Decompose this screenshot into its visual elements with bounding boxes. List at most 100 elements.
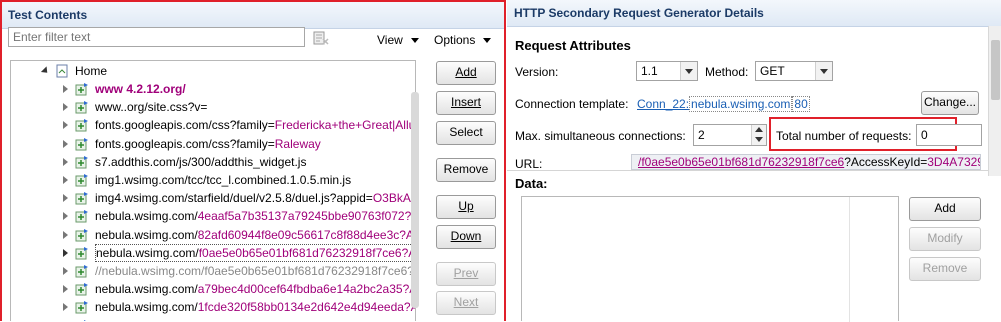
tree-item-rest: 1fcde320f58bb0134e2d642e4d94eeda?Ac — [197, 300, 416, 315]
expand-arrow-icon[interactable] — [63, 194, 68, 203]
tree-item[interactable]: nebula.wsimg.com/82afd60944f8e09c56617c8… — [11, 226, 415, 244]
tree-item[interactable]: img4.wsimg.com/starfield/duel/v2.5.8/due… — [11, 189, 411, 207]
tree-item-label: nebula.wsimg.com/a79bec4d00cef64fbdba6e1… — [95, 280, 416, 298]
expand-arrow-icon[interactable] — [63, 267, 68, 275]
tree-item-label: fonts.googleapis.com/css?family=Frederic… — [95, 116, 415, 134]
next-button[interactable]: Next — [436, 291, 496, 315]
details-scrollbar[interactable] — [988, 26, 1001, 176]
down-button-label: Down — [450, 229, 482, 243]
page-icon — [56, 64, 68, 78]
tree-item[interactable]: fonts.gstatic.com/s/raleway/v11/0dTEPzkL… — [11, 317, 415, 321]
tree-item-prefix: www — [95, 82, 127, 96]
expand-arrow-icon[interactable] — [63, 285, 68, 294]
max-connections-spinner[interactable]: 2 — [693, 124, 767, 146]
remove-button-label: Remove — [443, 162, 489, 176]
tree-item-prefix: img1.wsimg.com/tcc/tcc_l.combined.1.0.5.… — [95, 173, 352, 187]
tree-item-rest: a79bec4d00cef64fbdba6e14a2bc2a35?Ac — [197, 282, 416, 297]
data-modify-button[interactable]: Modify — [909, 227, 981, 251]
expand-arrow-icon[interactable] — [63, 103, 68, 112]
add-button[interactable]: Add — [436, 61, 496, 85]
expand-arrow-icon[interactable] — [63, 230, 68, 239]
expand-arrow-icon[interactable] — [63, 85, 68, 93]
connection-template-value[interactable]: Conn_22: nebula.wsimg.com 80 — [637, 96, 810, 112]
spinner-arrows-icon[interactable] — [751, 125, 766, 145]
chevron-down-icon[interactable] — [680, 62, 697, 80]
url-label: URL: — [515, 157, 543, 171]
data-remove-button[interactable]: Remove — [909, 257, 981, 281]
tree-item-prefix: nebula.wsimg.com/ — [96, 245, 199, 260]
data-add-button-label: Add — [934, 201, 956, 215]
expand-arrow-icon[interactable] — [40, 66, 51, 76]
url-field[interactable]: /f0ae5e0b65e01bf681d76232918f7ce6?Access… — [631, 154, 981, 170]
tree-item-label: img4.wsimg.com/starfield/duel/v2.5.8/due… — [95, 189, 411, 207]
http-request-icon — [75, 192, 88, 205]
filter-input[interactable] — [8, 27, 305, 47]
tree-item-prefix: img4.wsimg.com/starfield/duel/v2.5.8/due… — [95, 191, 373, 206]
down-button[interactable]: Down — [436, 225, 496, 249]
tree-root-home[interactable]: Home — [11, 62, 411, 80]
tree-item[interactable]: fonts.googleapis.com/css?family=Raleway — [11, 135, 411, 153]
test-contents-tree[interactable]: Home www 4.2.12.org/www..org/site.css?v=… — [10, 60, 416, 321]
tree-item[interactable]: nebula.wsimg.com/f0ae5e0b65e01bf681d7623… — [11, 243, 415, 262]
tree-item-rest: 4eaaf5a7b35137a79245bbe90763f072?Ac — [197, 209, 416, 224]
tree-item[interactable]: img1.wsimg.com/tcc/tcc_l.combined.1.0.5.… — [11, 171, 411, 189]
section-title: Request Attributes — [515, 38, 631, 53]
expand-arrow-icon[interactable] — [63, 303, 68, 312]
up-button[interactable]: Up — [436, 195, 496, 219]
expand-arrow-icon[interactable] — [63, 121, 68, 130]
method-select[interactable]: GET — [755, 61, 833, 81]
version-select[interactable]: 1.1 — [636, 61, 698, 81]
url-query: ?AccessKeyId= — [844, 155, 928, 169]
tree-item-label: //nebula.wsimg.com/f0ae5e0b65e01bf681d76… — [95, 262, 415, 280]
tree-item[interactable]: nebula.wsimg.com/1fcde320f58bb0134e2d642… — [11, 298, 415, 316]
expand-arrow-icon[interactable] — [63, 139, 68, 148]
tree-item-rest: Raleway — [274, 136, 321, 151]
change-button-label: Change... — [923, 95, 977, 109]
total-requests-label: Total number of requests: — [776, 129, 912, 143]
details-title-bar: HTTP Secondary Request Generator Details — [507, 0, 1001, 27]
tree-item[interactable]: nebula.wsimg.com/4eaaf5a7b35137a79245bbe… — [11, 207, 415, 225]
max-connections-label: Max. simultaneous connections: — [515, 129, 686, 143]
expand-arrow-icon[interactable] — [63, 176, 68, 184]
connection-template-label: Connection template: — [515, 97, 629, 111]
tree-item-prefix: nebula.wsimg.com/ — [95, 227, 198, 242]
http-request-icon — [75, 119, 88, 132]
tree-item-rest: 82afd60944f8e09c56617c8f88d4ee3c?Acc — [197, 227, 416, 242]
remove-button[interactable]: Remove — [436, 158, 496, 182]
total-requests-input[interactable]: 0 — [916, 124, 982, 146]
tree-item[interactable]: www..org/site.css?v= — [11, 98, 411, 116]
tree-item[interactable]: //nebula.wsimg.com/f0ae5e0b65e01bf681d76… — [11, 262, 415, 280]
expand-arrow-icon[interactable] — [63, 157, 68, 166]
select-button[interactable]: Select — [436, 121, 496, 145]
tree-item-prefix: nebula.wsimg.com/ — [95, 209, 198, 224]
total-requests-value: 0 — [921, 128, 928, 142]
tree-item[interactable]: www 4.2.12.org/ — [11, 80, 411, 98]
http-request-icon — [75, 265, 88, 278]
tree-item[interactable]: nebula.wsimg.com/a79bec4d00cef64fbdba6e1… — [11, 280, 415, 298]
filter-clear-icon[interactable] — [312, 29, 330, 47]
data-add-button[interactable]: Add — [909, 197, 981, 221]
scrollbar-thumb[interactable] — [991, 40, 1000, 100]
tree-item[interactable]: s7.addthis.com/js/300/addthis_widget.js — [11, 153, 411, 171]
max-connections-value: 2 — [698, 128, 705, 142]
test-contents-title-bar: Test Contents — [2, 2, 504, 29]
url-query-value: 3D4A7329 — [927, 155, 981, 169]
prev-button[interactable]: Prev — [436, 262, 496, 286]
insert-button[interactable]: Insert — [436, 91, 496, 115]
column-divider — [849, 197, 850, 322]
view-menu[interactable]: View — [377, 33, 419, 47]
http-request-icon — [75, 301, 88, 314]
data-table[interactable] — [521, 196, 899, 322]
chevron-down-icon[interactable] — [815, 62, 832, 80]
expand-arrow-icon[interactable] — [63, 212, 68, 221]
options-menu[interactable]: Options — [434, 33, 492, 47]
connection-template-link[interactable]: Conn_22: — [637, 97, 689, 111]
details-title: HTTP Secondary Request Generator Details — [514, 6, 764, 20]
expand-arrow-icon[interactable] — [63, 248, 68, 257]
tree-scrollbar[interactable] — [411, 92, 419, 308]
tree-item[interactable]: fonts.googleapis.com/css?family=Frederic… — [11, 116, 415, 134]
change-button[interactable]: Change... — [921, 91, 979, 115]
tree-item-prefix: fonts.googleapis.com/css?family= — [95, 118, 275, 133]
tree-item-label: www 4.2.12.org/ — [95, 80, 186, 98]
connection-port: 80 — [792, 96, 810, 112]
